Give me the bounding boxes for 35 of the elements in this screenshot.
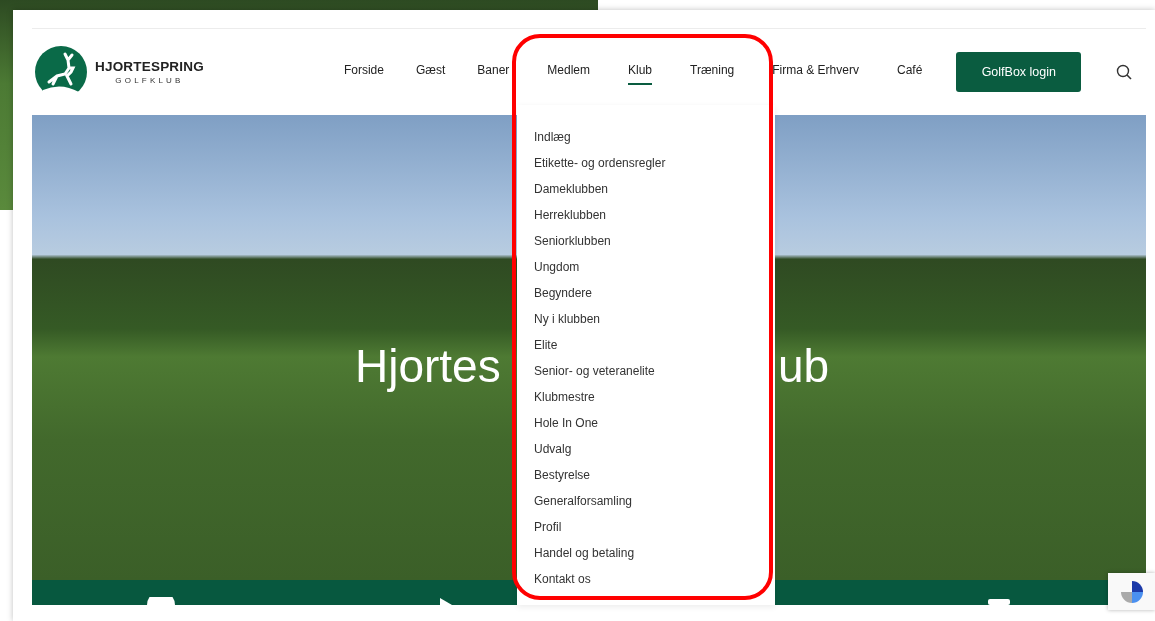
dropdown-item[interactable]: Bestyrelse — [534, 468, 591, 482]
dropdown-item[interactable]: Ungdom — [534, 260, 580, 274]
dropdown-item[interactable]: Elite — [534, 338, 558, 352]
dropdown-item[interactable]: Udvalg — [534, 442, 572, 456]
nav-link[interactable]: Forside — [343, 59, 384, 85]
nav-link[interactable]: Medlem — [547, 59, 590, 85]
dropdown-item[interactable]: Handel og betaling — [534, 546, 635, 560]
club-subtitle: GOLFKLUB — [115, 76, 184, 85]
recaptcha-badge[interactable] — [1108, 573, 1155, 610]
dropdown-item[interactable]: Dameklubben — [534, 182, 609, 196]
dropdown-item[interactable]: Profil — [534, 520, 562, 534]
recaptcha-icon — [1118, 578, 1145, 605]
dropdown-item[interactable]: Indlæg — [534, 130, 571, 144]
nav-link[interactable]: Firma & Erhverv — [772, 59, 859, 85]
nav-link[interactable]: Klub — [628, 59, 653, 85]
search-icon[interactable] — [1116, 64, 1133, 80]
dropdown-item[interactable]: Etikette- og ordensregler — [534, 156, 666, 170]
dropdown-item[interactable]: Generalforsamling — [534, 494, 633, 508]
nav-link[interactable]: Gæst — [415, 59, 446, 85]
login-button[interactable]: GolfBox login — [956, 52, 1082, 92]
dropdown-item[interactable]: Begyndere — [534, 286, 593, 300]
dropdown-item[interactable]: Ny i klubben — [534, 312, 601, 326]
nav-link[interactable]: Café — [896, 59, 923, 85]
dropdown-item[interactable]: Senior- og veteranelite — [534, 364, 655, 378]
dropdown-item[interactable]: Herreklubben — [534, 208, 607, 222]
deer-logo-icon — [35, 46, 87, 98]
club-name: HJORTESPRING — [95, 59, 204, 74]
dropdown-item[interactable]: Klubmestre — [534, 390, 595, 404]
nav-link[interactable]: Træning — [690, 59, 735, 85]
dropdown-item[interactable]: Kontakt os — [534, 572, 591, 586]
dropdown-item[interactable]: Seniorklubben — [534, 234, 611, 248]
hero-title: ub — [778, 343, 830, 389]
nav-link[interactable]: Baner — [477, 59, 510, 85]
play-icon[interactable] — [440, 598, 452, 605]
dropdown-item[interactable]: Hole In One — [534, 416, 599, 430]
